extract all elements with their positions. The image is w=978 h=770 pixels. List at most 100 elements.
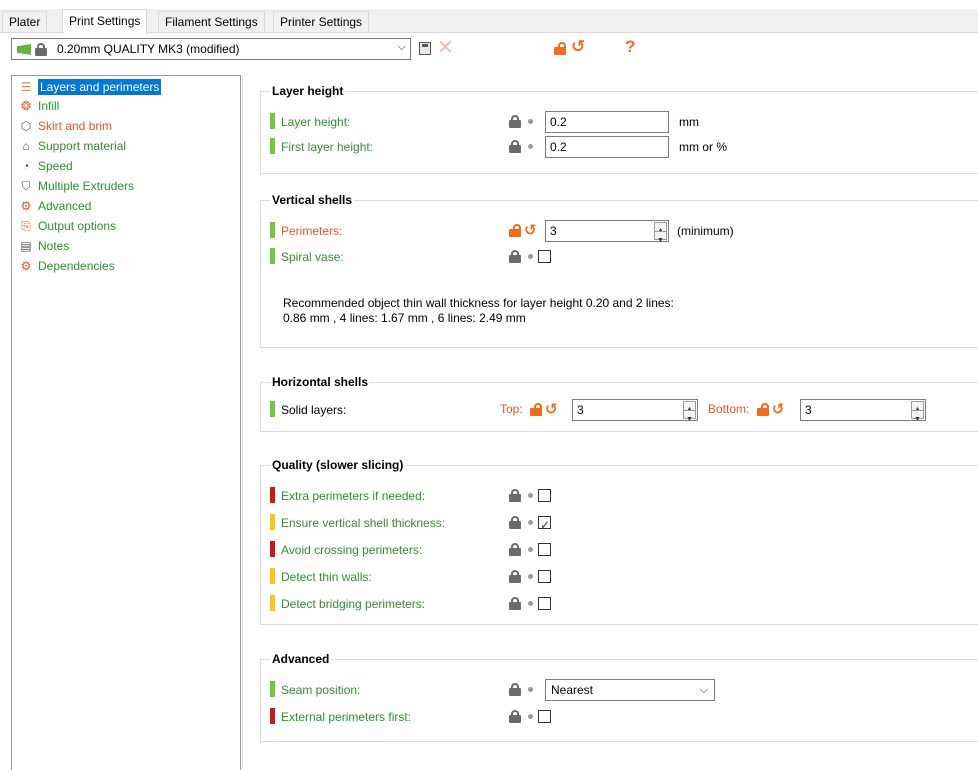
mode-marker (270, 680, 275, 697)
row-controls-top: Top: ↺ (500, 398, 561, 420)
wrench-icon: ⚙ (20, 199, 32, 213)
spin-arrows[interactable] (654, 220, 667, 252)
lock-icon (35, 43, 47, 57)
undo-icon[interactable]: ↺ (772, 401, 785, 418)
row-controls (509, 110, 538, 132)
unlocked-lock-icon[interactable] (554, 42, 566, 56)
dot-icon[interactable] (528, 687, 533, 693)
dot-icon[interactable] (528, 493, 533, 499)
tree-item-advanced[interactable]: ⚙ Advanced (18, 197, 92, 216)
undo-icon[interactable]: ↺ (545, 401, 558, 418)
save-preset-icon[interactable] (419, 42, 431, 55)
lock-icon[interactable] (509, 710, 521, 724)
group-layer-height: Layer height Layer height: 0.2 mm First … (260, 84, 978, 174)
row-controls: ↺ (509, 219, 540, 241)
unit-label: (minimum) (677, 224, 734, 238)
group-vertical-shells: Vertical shells Perimeters: ↺ 3 (minimum… (260, 193, 978, 348)
undo-icon[interactable]: ↺ (524, 222, 537, 239)
detect-thin-walls-checkbox[interactable] (538, 570, 551, 584)
lock-icon[interactable] (509, 683, 521, 697)
spin-arrows[interactable] (683, 399, 696, 431)
tab-filament-settings[interactable]: Filament Settings (158, 11, 265, 32)
extra-perimeters-checkbox[interactable] (538, 489, 551, 503)
mode-marker (270, 247, 275, 264)
field-label: External perimeters first: (281, 709, 412, 724)
preset-dropdown[interactable]: 0.20mm QUALITY MK3 (modified) ⌵ (11, 38, 411, 60)
notes-icon: ▤ (20, 239, 32, 253)
lock-icon[interactable] (509, 597, 521, 611)
tree-item-layers-and-perimeters[interactable]: ☰ Layers and perimeters (18, 78, 162, 97)
tab-bar: Plater Print Settings Filament Settings … (0, 0, 978, 34)
mode-marker (270, 486, 275, 503)
group-title: Advanced (270, 652, 332, 666)
dot-icon[interactable] (528, 601, 533, 607)
spinner-value: 3 (550, 224, 557, 238)
spinner-value: 3 (577, 403, 584, 417)
bottom-layers-spinner[interactable]: 3 (800, 399, 926, 431)
dot-icon[interactable] (528, 574, 533, 580)
layer-height-input[interactable]: 0.2 (545, 111, 669, 133)
perimeters-spinner[interactable]: 3 (545, 220, 669, 252)
settings-panel: Layer height Layer height: 0.2 mm First … (242, 75, 978, 770)
tab-plater[interactable]: Plater (2, 11, 48, 32)
output-icon: ⎘ (21, 219, 31, 233)
field-label: Layer height: (281, 114, 351, 129)
field-label: Detect thin walls: (281, 569, 372, 584)
external-perimeters-first-checkbox[interactable] (538, 710, 551, 724)
spiral-vase-checkbox[interactable] (538, 250, 551, 264)
lock-icon[interactable] (509, 570, 521, 584)
lock-icon[interactable] (509, 115, 521, 129)
lock-icon[interactable] (509, 250, 521, 264)
tree-item-dependencies[interactable]: ⚙ Dependencies (18, 257, 115, 276)
tree-item-support-material[interactable]: ⌂ Support material (18, 137, 126, 156)
row-avoid-crossing: Avoid crossing perimeters: (270, 538, 978, 560)
tree-item-multiple-extruders[interactable]: ⛉ Multiple Extruders (18, 177, 134, 196)
preset-toolbar: 0.20mm QUALITY MK3 (modified) ⌵ ✕ ↺ ? (0, 34, 978, 64)
undo-icon[interactable]: ↺ (571, 37, 585, 57)
group-title: Layer height (270, 84, 346, 98)
detect-bridging-checkbox[interactable] (538, 597, 551, 611)
tree-item-skirt-and-brim[interactable]: ⬡ Skirt and brim (18, 117, 112, 136)
tab-print-settings[interactable]: Print Settings (62, 9, 148, 34)
unlocked-lock-icon[interactable] (756, 403, 769, 417)
row-first-layer-height: First layer height: 0.2 mm or % (270, 135, 978, 158)
tree-item-speed[interactable]: ◔ Speed (18, 157, 72, 176)
mode-marker (270, 540, 275, 557)
top-layers-spinner[interactable]: 3 (572, 399, 698, 431)
delete-preset-icon[interactable]: ✕ (437, 38, 454, 58)
tab-printer-settings[interactable]: Printer Settings (273, 11, 370, 32)
tree-item-output-options[interactable]: ⎘ Output options (18, 217, 116, 236)
tree-item-infill[interactable]: ❂ Infill (18, 97, 59, 116)
seam-position-select[interactable]: Nearest ⌵ (545, 679, 715, 701)
row-controls (509, 484, 551, 506)
note-line: Recommended object thin wall thickness f… (283, 296, 674, 310)
ensure-vertical-shell-checkbox[interactable] (538, 514, 551, 536)
mode-marker (270, 400, 275, 417)
dot-icon[interactable] (528, 520, 533, 526)
tree-item-notes[interactable]: ▤ Notes (18, 237, 69, 256)
spin-arrows[interactable] (911, 399, 924, 431)
preset-name: 0.20mm QUALITY MK3 (modified) (57, 42, 240, 56)
dot-icon[interactable] (528, 714, 533, 720)
avoid-crossing-checkbox[interactable] (538, 543, 551, 557)
dot-icon[interactable] (528, 144, 533, 150)
first-layer-height-input[interactable]: 0.2 (545, 136, 669, 158)
mode-marker (270, 567, 275, 584)
row-controls (509, 678, 538, 700)
lock-icon[interactable] (509, 489, 521, 503)
unlocked-lock-icon[interactable] (530, 403, 543, 417)
lock-icon[interactable] (509, 516, 521, 530)
field-label: Spiral vase: (281, 249, 344, 264)
row-detect-bridging: Detect bridging perimeters: (270, 592, 978, 614)
dot-icon[interactable] (528, 254, 533, 260)
help-icon[interactable]: ? (625, 37, 635, 57)
row-controls (509, 538, 551, 560)
dot-icon[interactable] (528, 547, 533, 553)
row-controls (509, 135, 538, 157)
lock-icon[interactable] (509, 140, 521, 154)
unlocked-lock-icon[interactable] (509, 224, 521, 238)
lock-icon[interactable] (509, 543, 521, 557)
field-label: Extra perimeters if needed: (281, 488, 426, 503)
dot-icon[interactable] (528, 119, 533, 125)
field-label: Ensure vertical shell thickness: (281, 515, 446, 530)
